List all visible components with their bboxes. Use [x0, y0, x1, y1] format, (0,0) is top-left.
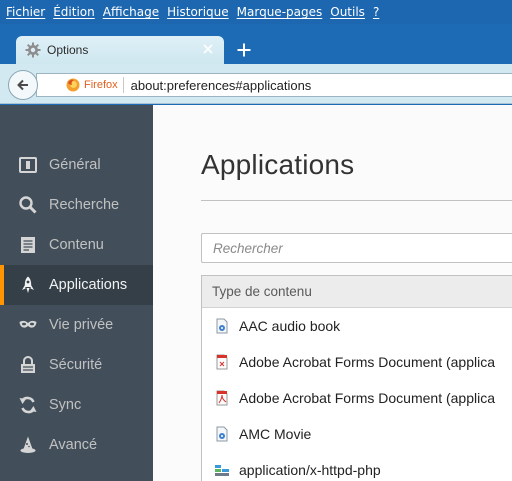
- back-arrow-icon: [17, 79, 28, 91]
- search-icon: [19, 196, 37, 214]
- menu-fichier[interactable]: Fichier: [6, 5, 45, 19]
- sidebar-item-label: Général: [49, 157, 101, 173]
- new-tab-plus-icon[interactable]: [236, 42, 252, 58]
- page-title: Applications: [201, 149, 355, 180]
- pdf-form-icon: [216, 354, 228, 370]
- sidebar-item-label: Vie privée: [49, 317, 114, 333]
- preferences-pane: Applications Type de contenu AAC audio b…: [153, 105, 512, 481]
- privacy-mask-icon: [19, 320, 37, 328]
- table-row[interactable]: application/x-httpd-php: [202, 452, 512, 481]
- table-row[interactable]: Adobe Acrobat Forms Document (applica: [202, 380, 512, 416]
- url-bar[interactable]: Firefox about:preferences#applications: [36, 73, 512, 97]
- tab-title: Options: [47, 43, 89, 57]
- sidebar-item-label: Contenu: [49, 237, 104, 253]
- table-row[interactable]: Adobe Acrobat Forms Document (applica: [202, 344, 512, 380]
- identity-label: Firefox: [84, 79, 118, 91]
- security-lock-icon: [21, 355, 35, 373]
- firefox-logo-icon: [66, 78, 80, 92]
- sidebar-item-security[interactable]: Sécurité: [0, 345, 153, 385]
- menu-historique[interactable]: Historique: [167, 5, 229, 19]
- content-icon: [21, 237, 35, 253]
- menu-edition[interactable]: Édition: [53, 5, 95, 19]
- sidebar-item-label: Sync: [49, 397, 82, 413]
- sidebar-item-applications[interactable]: Applications: [0, 265, 153, 305]
- menu-help[interactable]: ?: [373, 5, 379, 19]
- sidebar-item-sync[interactable]: Sync: [0, 385, 153, 425]
- menu-outils[interactable]: Outils: [330, 5, 365, 19]
- sidebar-item-content[interactable]: Contenu: [0, 225, 153, 265]
- content-type-label: Adobe Acrobat Forms Document (applica: [239, 390, 496, 406]
- sidebar-item-general[interactable]: Général: [0, 145, 153, 185]
- sidebar-item-label: Sécurité: [49, 357, 103, 373]
- applications-icon: [22, 276, 34, 293]
- url-text[interactable]: about:preferences#applications: [131, 78, 312, 93]
- sidebar-item-advanced[interactable]: Avancé: [0, 425, 153, 465]
- general-icon: [19, 157, 37, 173]
- url-divider: [122, 77, 124, 93]
- sidebar-item-label: Avancé: [49, 437, 98, 453]
- title-divider: [201, 200, 512, 201]
- advanced-wizard-icon: [20, 436, 36, 453]
- content-type-label: AMC Movie: [239, 426, 312, 442]
- sync-icon: [19, 396, 37, 414]
- close-icon[interactable]: [201, 42, 215, 56]
- pdf-icon: [216, 390, 228, 406]
- sidebar-item-search[interactable]: Recherche: [0, 185, 153, 225]
- sidebar: Général Recherche Contenu Applications V…: [0, 105, 153, 481]
- content-type-label: Adobe Acrobat Forms Document (applica: [239, 354, 496, 370]
- tab-options[interactable]: Options: [16, 36, 224, 64]
- table-row[interactable]: AMC Movie: [202, 416, 512, 452]
- table-row[interactable]: AAC audio book: [202, 308, 512, 344]
- menu-bar: Fichier Édition Affichage Historique Mar…: [0, 0, 512, 24]
- tab-strip: Options: [0, 24, 512, 64]
- media-file-icon: [216, 426, 228, 442]
- menu-marque-pages[interactable]: Marque-pages: [237, 5, 323, 19]
- search-input[interactable]: [213, 240, 503, 256]
- generic-app-icon: [215, 465, 229, 476]
- sidebar-item-label: Applications: [49, 277, 128, 293]
- menu-affichage[interactable]: Affichage: [103, 5, 159, 19]
- gear-icon: [25, 42, 41, 58]
- column-header-content-type[interactable]: Type de contenu: [202, 276, 512, 308]
- sidebar-item-privacy[interactable]: Vie privée: [0, 305, 153, 345]
- column-header-label: Type de contenu: [212, 284, 312, 299]
- content-type-label: AAC audio book: [239, 318, 341, 334]
- sidebar-item-label: Recherche: [49, 197, 120, 213]
- content-type-label: application/x-httpd-php: [239, 462, 381, 478]
- media-file-icon: [216, 318, 228, 334]
- applications-table: Type de contenu AAC audio book Adobe Acr…: [201, 275, 512, 481]
- navigation-bar: Firefox about:preferences#applications: [0, 64, 512, 104]
- search-box[interactable]: [201, 233, 512, 263]
- back-button[interactable]: [8, 70, 38, 100]
